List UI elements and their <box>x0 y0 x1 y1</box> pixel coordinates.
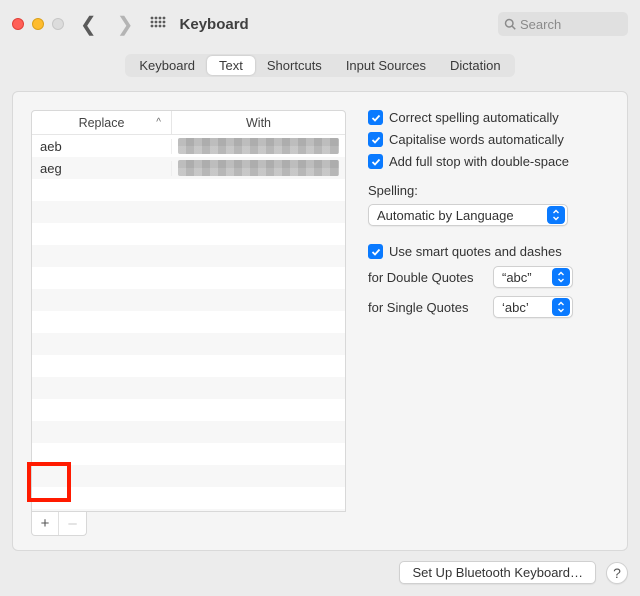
window-controls <box>12 18 64 30</box>
cell-with-redacted <box>178 138 339 154</box>
checkbox-correct-spelling[interactable]: Correct spelling automatically <box>368 110 609 125</box>
tab-keyboard[interactable]: Keyboard <box>127 56 207 75</box>
minimize-window-icon[interactable] <box>32 18 44 30</box>
help-button[interactable]: ? <box>606 562 628 584</box>
checkbox-label: Capitalise words automatically <box>389 132 564 147</box>
remove-button: – <box>59 512 86 535</box>
checkbox-label: Use smart quotes and dashes <box>389 244 562 259</box>
zoom-window-icon <box>52 18 64 30</box>
double-quotes-value: “abc” <box>502 270 532 285</box>
checkmark-icon <box>368 244 383 259</box>
apps-grid-icon[interactable] <box>150 16 166 32</box>
sort-indicator-icon: ^ <box>156 117 161 128</box>
stepper-icon <box>552 298 570 316</box>
column-header-replace[interactable]: Replace ^ <box>32 111 172 134</box>
checkbox-capitalise[interactable]: Capitalise words automatically <box>368 132 609 147</box>
cell-with-redacted <box>178 160 339 176</box>
spelling-popup[interactable]: Automatic by Language <box>368 204 568 226</box>
table-row[interactable]: aeb <box>32 135 345 157</box>
checkmark-icon <box>368 110 383 125</box>
table-row[interactable]: aeg <box>32 157 345 179</box>
tab-dictation[interactable]: Dictation <box>438 56 513 75</box>
checkmark-icon <box>368 132 383 147</box>
cell-replace: aeb <box>32 139 172 154</box>
single-quotes-popup[interactable]: ‘abc’ <box>493 296 573 318</box>
single-quotes-value: ‘abc’ <box>502 300 529 315</box>
close-window-icon[interactable] <box>12 18 24 30</box>
checkbox-smart-quotes[interactable]: Use smart quotes and dashes <box>368 244 609 259</box>
replacements-table[interactable]: Replace ^ With aeb aeg <box>31 110 346 512</box>
bluetooth-button[interactable]: Set Up Bluetooth Keyboard… <box>399 561 596 584</box>
titlebar: ❮ ❯ Keyboard Search <box>0 0 640 48</box>
double-quotes-label: for Double Quotes <box>368 270 483 285</box>
back-button[interactable]: ❮ <box>76 12 101 37</box>
checkmark-icon <box>368 154 383 169</box>
search-placeholder: Search <box>520 17 561 32</box>
checkbox-label: Correct spelling automatically <box>389 110 559 125</box>
main-panel: Replace ^ With aeb aeg <box>12 91 628 551</box>
spelling-label: Spelling: <box>368 183 609 198</box>
spelling-value: Automatic by Language <box>377 208 514 223</box>
table-controls: + – <box>31 512 87 536</box>
window-title: Keyboard <box>180 16 249 33</box>
forward-button: ❯ <box>113 12 138 37</box>
add-button[interactable]: + <box>32 512 59 535</box>
checkbox-label: Add full stop with double-space <box>389 154 569 169</box>
tab-input-sources[interactable]: Input Sources <box>334 56 438 75</box>
single-quotes-label: for Single Quotes <box>368 300 483 315</box>
double-quotes-popup[interactable]: “abc” <box>493 266 573 288</box>
checkbox-full-stop[interactable]: Add full stop with double-space <box>368 154 609 169</box>
stepper-icon <box>547 206 565 224</box>
tab-text[interactable]: Text <box>207 56 255 75</box>
tab-shortcuts[interactable]: Shortcuts <box>255 56 334 75</box>
tab-bar: Keyboard Text Shortcuts Input Sources Di… <box>12 54 628 77</box>
column-header-with[interactable]: With <box>172 111 345 134</box>
search-icon <box>504 18 516 30</box>
search-field[interactable]: Search <box>498 12 628 36</box>
stepper-icon <box>552 268 570 286</box>
cell-replace: aeg <box>32 161 172 176</box>
